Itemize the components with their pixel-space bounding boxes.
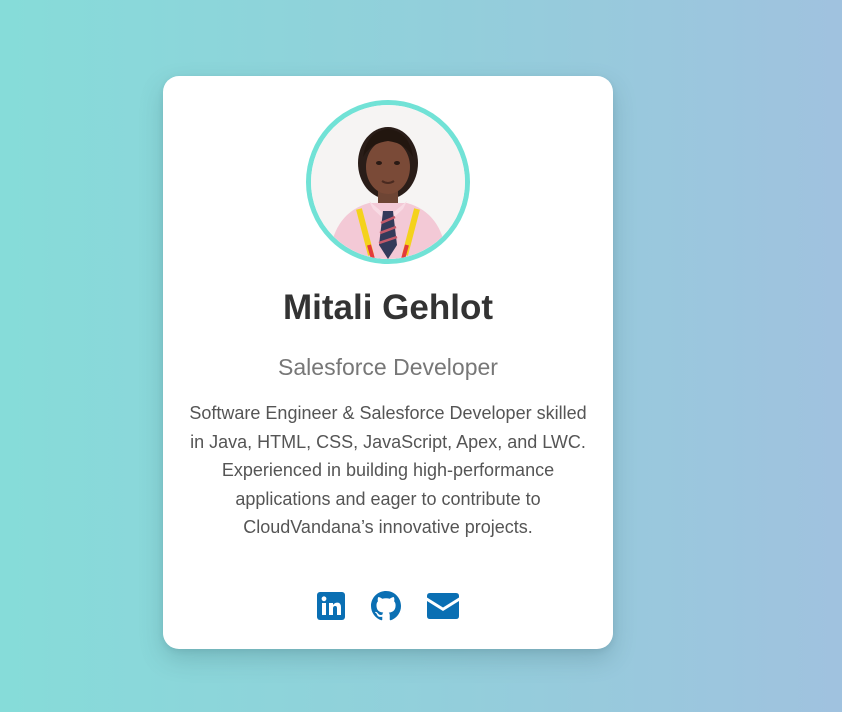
profile-role: Salesforce Developer (278, 354, 498, 380)
profile-photo (311, 105, 465, 259)
linkedin-link[interactable] (317, 592, 345, 620)
social-links (163, 590, 613, 622)
profile-card: Mitali Gehlot Salesforce Developer Softw… (163, 76, 613, 649)
email-link[interactable] (427, 593, 459, 619)
github-link[interactable] (371, 591, 401, 621)
profile-name: Mitali Gehlot (283, 288, 493, 327)
linkedin-icon (317, 592, 345, 620)
avatar (306, 100, 470, 264)
github-icon (371, 591, 401, 621)
envelope-icon (427, 593, 459, 619)
profile-bio: Software Engineer & Salesforce Developer… (189, 403, 587, 537)
